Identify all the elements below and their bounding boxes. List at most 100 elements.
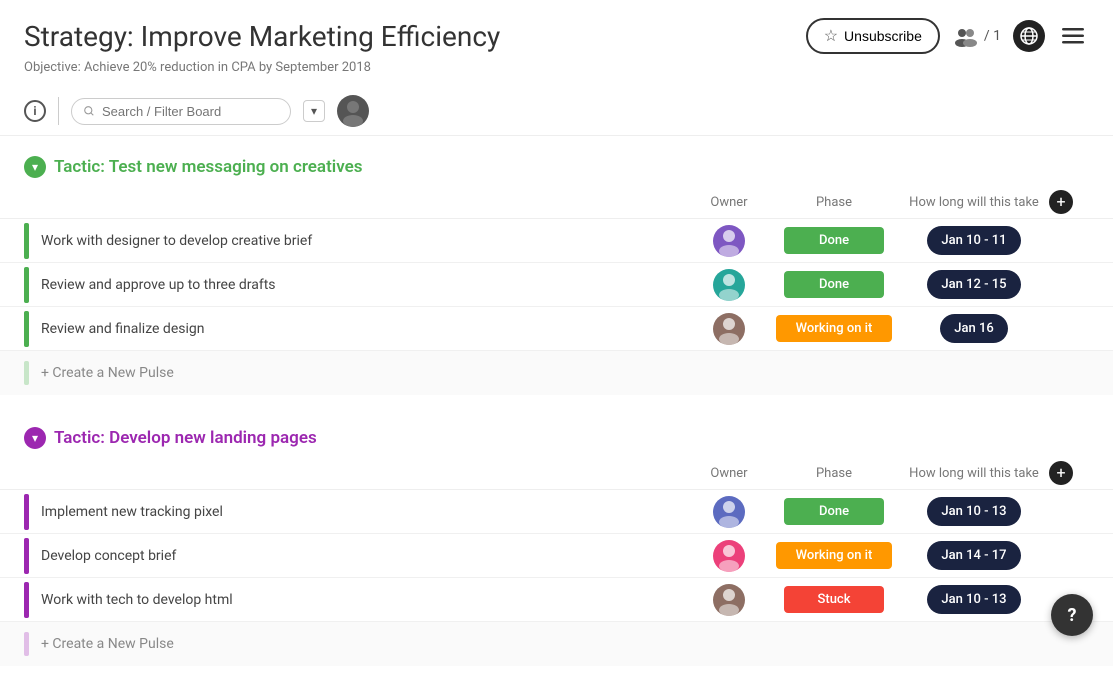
section-chevron-2[interactable]: ▾ [24,427,46,449]
section-2: ▾ Tactic: Develop new landing pages Owne… [0,419,1113,666]
globe-button[interactable] [1013,20,1045,52]
toolbar-divider [58,97,59,125]
add-row-button-1[interactable]: + [1049,190,1073,214]
owner-avatar[interactable] [713,540,745,572]
sections-container: ▾ Tactic: Test new messaging on creative… [0,148,1113,666]
phase-badge[interactable]: Done [784,227,884,254]
section-chevron-1[interactable]: ▾ [24,156,46,178]
phase-badge[interactable]: Working on it [776,542,893,569]
owner-avatar[interactable] [713,269,745,301]
table-header-1: Owner Phase How long will this take + [0,186,1113,219]
add-col-header: + [1049,190,1089,214]
phase-badge[interactable]: Done [784,498,884,525]
search-input[interactable] [102,104,278,119]
hamburger-icon [1062,28,1084,44]
timeline-cell: Jan 12 - 15 [899,270,1049,299]
phase-badge[interactable]: Working on it [776,315,893,342]
avatar-person-icon [713,540,745,572]
create-pulse-button[interactable]: + Create a New Pulse [41,636,174,652]
phase-cell: Stuck [769,586,899,613]
phase-cell: Working on it [769,315,899,342]
owner-cell [689,313,769,345]
page-subtitle: Objective: Achieve 20% reduction in CPA … [0,58,1113,87]
owner-avatar[interactable] [713,496,745,528]
create-pulse-indicator [24,361,29,385]
phase-badge[interactable]: Done [784,271,884,298]
phase-cell: Done [769,271,899,298]
phase-badge[interactable]: Stuck [784,586,884,613]
row-indicator [24,223,29,259]
table-row[interactable]: Review and finalize design Working on it… [0,307,1113,351]
table-row[interactable]: Work with tech to develop html Stuck Jan… [0,578,1113,622]
section-title-1: Tactic: Test new messaging on creatives [54,157,363,177]
table-header-2: Owner Phase How long will this take + [0,457,1113,490]
timeline-cell: Jan 10 - 13 [899,585,1049,614]
avatar-person-icon [713,584,745,616]
avatar-person-icon [713,313,745,345]
add-col-header: + [1049,461,1089,485]
section-header-1: ▾ Tactic: Test new messaging on creative… [0,148,1113,186]
section-header-2: ▾ Tactic: Develop new landing pages [0,419,1113,457]
row-label: Work with designer to develop creative b… [41,233,689,249]
timeline-col-label: How long will this take [899,466,1049,481]
header-actions: ☆ Unsubscribe / 1 [806,18,1089,54]
timeline-cell: Jan 10 - 13 [899,497,1049,526]
owner-avatar[interactable] [713,225,745,257]
star-icon: ☆ [824,26,838,46]
table-row[interactable]: Work with designer to develop creative b… [0,219,1113,263]
page-title: Strategy: Improve Marketing Efficiency [24,20,790,53]
owner-cell [689,269,769,301]
help-button[interactable]: ? [1051,594,1093,636]
owner-cell [689,225,769,257]
members-badge: / 1 [952,25,1001,47]
timeline-col-label: How long will this take [899,195,1049,210]
timeline-badge[interactable]: Jan 16 [940,314,1007,343]
timeline-badge[interactable]: Jan 10 - 13 [927,497,1020,526]
table-row[interactable]: Review and approve up to three drafts Do… [0,263,1113,307]
row-label: Review and approve up to three drafts [41,277,689,293]
timeline-cell: Jan 10 - 11 [899,226,1049,255]
timeline-badge[interactable]: Jan 10 - 11 [927,226,1020,255]
row-label: Implement new tracking pixel [41,504,689,520]
menu-button[interactable] [1057,20,1089,52]
add-row-button-2[interactable]: + [1049,461,1073,485]
info-button[interactable]: i [24,100,46,122]
search-container [71,98,291,125]
globe-icon [1020,27,1038,45]
row-indicator [24,582,29,618]
timeline-badge[interactable]: Jan 10 - 13 [927,585,1020,614]
owner-col-label: Owner [689,195,769,210]
unsubscribe-button[interactable]: ☆ Unsubscribe [806,18,940,54]
row-indicator [24,538,29,574]
row-indicator [24,311,29,347]
create-pulse-indicator [24,632,29,656]
timeline-badge[interactable]: Jan 14 - 17 [927,541,1020,570]
user-avatar[interactable] [337,95,369,127]
section-title-2: Tactic: Develop new landing pages [54,428,317,448]
table-row[interactable]: Implement new tracking pixel Done Jan 10… [0,490,1113,534]
timeline-cell: Jan 14 - 17 [899,541,1049,570]
owner-avatar[interactable] [713,584,745,616]
owner-avatar[interactable] [713,313,745,345]
row-label: Develop concept brief [41,548,689,564]
row-indicator [24,267,29,303]
create-pulse-row: + Create a New Pulse [0,622,1113,666]
phase-col-label: Phase [769,466,899,481]
row-label: Work with tech to develop html [41,592,689,608]
timeline-badge[interactable]: Jan 12 - 15 [927,270,1020,299]
owner-cell [689,584,769,616]
owner-cell [689,496,769,528]
phase-cell: Done [769,227,899,254]
avatar-person-icon [713,269,745,301]
owner-cell [689,540,769,572]
create-pulse-row: + Create a New Pulse [0,351,1113,395]
section-1: ▾ Tactic: Test new messaging on creative… [0,148,1113,395]
table-row[interactable]: Develop concept brief Working on it Jan … [0,534,1113,578]
avatar-person-icon [713,496,745,528]
create-pulse-button[interactable]: + Create a New Pulse [41,365,174,381]
search-icon [84,104,94,118]
phase-cell: Done [769,498,899,525]
phase-cell: Working on it [769,542,899,569]
filter-dropdown-button[interactable]: ▾ [303,100,325,122]
timeline-cell: Jan 16 [899,314,1049,343]
